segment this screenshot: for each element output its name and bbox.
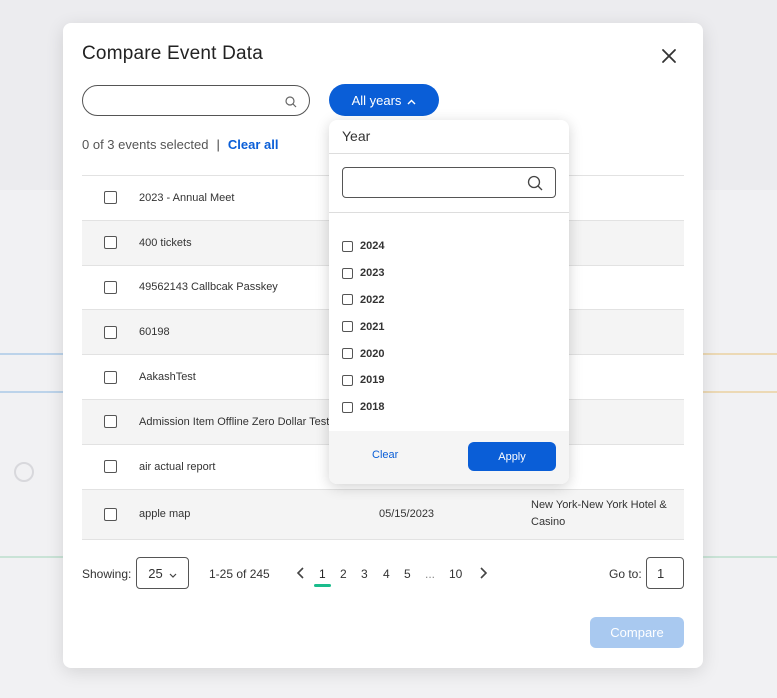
row-checkbox[interactable] [104, 236, 117, 250]
event-name: 60198 [139, 326, 170, 339]
clear-year-button[interactable]: Clear [372, 449, 398, 461]
year-checkbox[interactable] [342, 374, 353, 386]
event-name: air actual report [139, 460, 216, 473]
year-option-label: 2024 [360, 240, 385, 253]
page-link-3[interactable]: 3 [361, 567, 368, 581]
pagination-bar: Showing: 25 1-25 of 245 1 2 3 4 5 ... 10… [82, 557, 684, 589]
row-checkbox[interactable] [104, 191, 117, 205]
year-filter-button[interactable]: All years [329, 84, 439, 116]
showing-label: Showing: [82, 567, 132, 581]
year-checkbox[interactable] [342, 240, 353, 252]
background-chart-line [700, 391, 777, 393]
year-option[interactable]: 2022 [342, 287, 384, 314]
year-checkbox[interactable] [342, 321, 353, 333]
row-checkbox[interactable] [104, 460, 117, 474]
year-option[interactable]: 2023 [342, 260, 384, 287]
result-range: 1-25 of 245 [209, 567, 270, 581]
chevron-left-icon[interactable] [296, 566, 306, 580]
divider [329, 153, 569, 154]
year-option-label: 2021 [360, 320, 385, 333]
page-link-10[interactable]: 10 [449, 567, 462, 581]
selection-summary: 0 of 3 events selected | Clear all [82, 137, 278, 152]
search-icon [285, 95, 297, 108]
event-date: 05/15/2023 [379, 508, 435, 521]
selection-count-text: 0 of 3 events selected [82, 137, 209, 152]
chevron-right-icon[interactable] [478, 566, 488, 580]
row-checkbox[interactable] [104, 370, 117, 384]
year-option[interactable]: 2018 [342, 394, 384, 421]
goto-label: Go to: [609, 567, 642, 581]
year-dropdown: Year 2024 2023 2022 2021 2020 2019 2018 … [329, 120, 569, 484]
close-icon[interactable] [661, 48, 677, 64]
year-options-list: 2024 2023 2022 2021 2020 2019 2018 [342, 233, 384, 421]
year-filter-label: All years [351, 92, 402, 108]
selection-separator: | [216, 137, 220, 152]
year-dropdown-footer: Clear Apply [329, 431, 569, 484]
apply-year-button[interactable]: Apply [468, 442, 556, 471]
search-icon [527, 175, 543, 191]
year-option-label: 2019 [360, 374, 385, 387]
year-search-field[interactable] [342, 167, 556, 198]
background-info-icon [14, 462, 34, 482]
row-checkbox[interactable] [104, 415, 117, 429]
divider [329, 212, 569, 213]
page-ellipsis: ... [425, 567, 436, 581]
background-chart-line [700, 353, 777, 355]
event-search-input[interactable] [95, 86, 285, 115]
year-checkbox[interactable] [342, 294, 353, 306]
page-size-select[interactable]: 25 [136, 557, 189, 589]
year-option[interactable]: 2021 [342, 313, 384, 340]
table-bottom-divider [82, 538, 684, 540]
chevron-down-icon [169, 566, 177, 581]
table-row[interactable]: apple map 05/15/2023 New York-New York H… [82, 488, 684, 539]
goto-page-input[interactable]: 1 [646, 557, 684, 589]
year-option-label: 2020 [360, 347, 385, 360]
year-option-label: 2022 [360, 293, 385, 306]
row-checkbox[interactable] [104, 325, 117, 339]
page-link-1[interactable]: 1 [314, 567, 331, 587]
event-name: apple map [139, 508, 191, 521]
event-name: 400 tickets [139, 236, 192, 249]
event-venue: New York-New York Hotel & Casino [531, 499, 667, 529]
page-link-5[interactable]: 5 [404, 567, 411, 581]
page-link-4[interactable]: 4 [383, 567, 390, 581]
year-dropdown-title: Year [342, 128, 371, 144]
clear-all-link[interactable]: Clear all [228, 137, 279, 152]
event-name: AakashTest [139, 371, 196, 384]
year-option[interactable]: 2019 [342, 367, 384, 394]
page-size-value: 25 [148, 565, 163, 581]
year-checkbox[interactable] [342, 348, 353, 360]
row-checkbox[interactable] [104, 507, 117, 521]
event-name: Admission Item Offline Zero Dollar Test [139, 415, 330, 428]
row-checkbox[interactable] [104, 280, 117, 294]
event-name: 2023 - Annual Meet [139, 191, 235, 204]
year-option[interactable]: 2024 [342, 233, 384, 260]
chevron-up-icon [407, 93, 416, 108]
year-option-label: 2023 [360, 267, 385, 280]
event-name: 49562143 Callbcak Passkey [139, 281, 278, 294]
compare-button[interactable]: Compare [590, 617, 684, 648]
year-option[interactable]: 2020 [342, 340, 384, 367]
year-checkbox[interactable] [342, 401, 353, 413]
year-checkbox[interactable] [342, 267, 353, 279]
event-search-field[interactable] [82, 85, 310, 116]
page-link-2[interactable]: 2 [340, 567, 347, 581]
year-option-label: 2018 [360, 401, 385, 414]
modal-title: Compare Event Data [82, 43, 264, 64]
